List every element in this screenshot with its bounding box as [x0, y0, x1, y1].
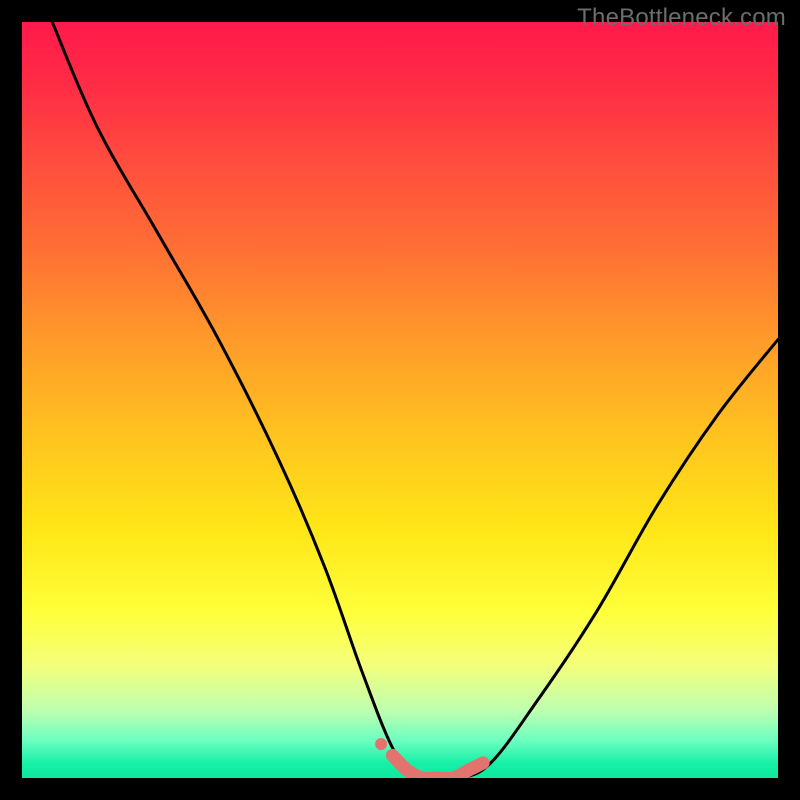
optimal-range-path — [392, 755, 483, 778]
bottleneck-chart — [22, 22, 778, 778]
watermark-text: TheBottleneck.com — [577, 4, 786, 32]
optimal-dot — [375, 738, 387, 750]
curve-layer — [52, 22, 778, 778]
bottleneck-curve-path — [52, 22, 778, 778]
gradient-plot-area — [22, 22, 778, 778]
